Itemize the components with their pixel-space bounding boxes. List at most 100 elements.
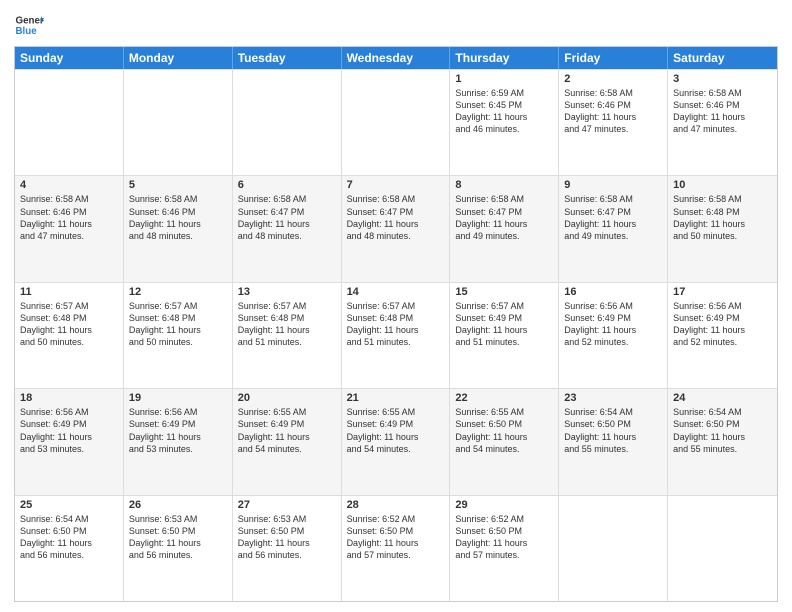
header-day-thursday: Thursday [450,47,559,69]
calendar-day-empty [559,496,668,601]
calendar-day-15: 15 Sunrise: 6:57 AM Sunset: 6:49 PM Dayli… [450,283,559,388]
logo-icon: General Blue [14,10,44,40]
day-number: 6 [238,179,336,191]
page: General Blue SundayMondayTuesdayWednesda… [0,0,792,612]
day-number: 20 [238,392,336,404]
header-day-monday: Monday [124,47,233,69]
day-number: 14 [347,286,445,298]
calendar-day-11: 11 Sunrise: 6:57 AM Sunset: 6:48 PM Dayli… [15,283,124,388]
calendar-week-2: 11 Sunrise: 6:57 AM Sunset: 6:48 PM Dayli… [15,282,777,388]
day-info: Sunrise: 6:58 AM Sunset: 6:47 PM Dayligh… [564,193,662,242]
day-number: 28 [347,499,445,511]
day-info: Sunrise: 6:58 AM Sunset: 6:47 PM Dayligh… [238,193,336,242]
day-number: 12 [129,286,227,298]
day-info: Sunrise: 6:54 AM Sunset: 6:50 PM Dayligh… [564,406,662,455]
day-number: 21 [347,392,445,404]
calendar-day-empty [342,70,451,175]
header: General Blue [14,10,778,40]
day-info: Sunrise: 6:57 AM Sunset: 6:49 PM Dayligh… [455,300,553,349]
calendar-day-empty [668,496,777,601]
day-info: Sunrise: 6:57 AM Sunset: 6:48 PM Dayligh… [20,300,118,349]
calendar-day-16: 16 Sunrise: 6:56 AM Sunset: 6:49 PM Dayli… [559,283,668,388]
calendar-body: 1Sunrise: 6:59 AM Sunset: 6:45 PM Daylig… [15,69,777,601]
day-number: 7 [347,179,445,191]
day-number: 9 [564,179,662,191]
header-day-saturday: Saturday [668,47,777,69]
calendar-day-3: 3Sunrise: 6:58 AM Sunset: 6:46 PM Daylig… [668,70,777,175]
calendar-day-empty [15,70,124,175]
calendar-day-22: 22Sunrise: 6:55 AM Sunset: 6:50 PM Dayli… [450,389,559,494]
calendar-day-2: 2Sunrise: 6:58 AM Sunset: 6:46 PM Daylig… [559,70,668,175]
calendar-day-19: 19 Sunrise: 6:56 AM Sunset: 6:49 PM Dayli… [124,389,233,494]
header-day-wednesday: Wednesday [342,47,451,69]
calendar-day-24: 24 Sunrise: 6:54 AM Sunset: 6:50 PM Dayli… [668,389,777,494]
svg-text:General: General [16,16,45,27]
header-day-sunday: Sunday [15,47,124,69]
calendar-day-28: 28 Sunrise: 6:52 AM Sunset: 6:50 PM Dayli… [342,496,451,601]
day-number: 27 [238,499,336,511]
calendar-day-8: 8 Sunrise: 6:58 AM Sunset: 6:47 PM Daylig… [450,176,559,281]
day-number: 15 [455,286,553,298]
svg-text:Blue: Blue [16,26,38,37]
calendar-day-23: 23 Sunrise: 6:54 AM Sunset: 6:50 PM Dayli… [559,389,668,494]
header-day-tuesday: Tuesday [233,47,342,69]
day-info: Sunrise: 6:57 AM Sunset: 6:48 PM Dayligh… [238,300,336,349]
day-info: Sunrise: 6:56 AM Sunset: 6:49 PM Dayligh… [673,300,772,349]
day-info: Sunrise: 6:57 AM Sunset: 6:48 PM Dayligh… [129,300,227,349]
logo: General Blue [14,10,44,40]
day-number: 26 [129,499,227,511]
day-info: Sunrise: 6:55 AM Sunset: 6:50 PM Dayligh… [455,406,553,455]
calendar-day-10: 10 Sunrise: 6:58 AM Sunset: 6:48 PM Dayli… [668,176,777,281]
calendar-day-17: 17 Sunrise: 6:56 AM Sunset: 6:49 PM Dayli… [668,283,777,388]
day-info: Sunrise: 6:58 AM Sunset: 6:47 PM Dayligh… [455,193,553,242]
calendar: SundayMondayTuesdayWednesdayThursdayFrid… [14,46,778,602]
calendar-day-20: 20 Sunrise: 6:55 AM Sunset: 6:49 PM Dayli… [233,389,342,494]
day-info: Sunrise: 6:59 AM Sunset: 6:45 PM Dayligh… [455,87,553,136]
day-number: 23 [564,392,662,404]
day-number: 16 [564,286,662,298]
day-number: 5 [129,179,227,191]
day-number: 13 [238,286,336,298]
day-info: Sunrise: 6:58 AM Sunset: 6:48 PM Dayligh… [673,193,772,242]
calendar-week-3: 18 Sunrise: 6:56 AM Sunset: 6:49 PM Dayli… [15,388,777,494]
day-info: Sunrise: 6:58 AM Sunset: 6:46 PM Dayligh… [673,87,772,136]
calendar-week-0: 1Sunrise: 6:59 AM Sunset: 6:45 PM Daylig… [15,69,777,175]
day-number: 29 [455,499,553,511]
day-number: 11 [20,286,118,298]
day-info: Sunrise: 6:55 AM Sunset: 6:49 PM Dayligh… [238,406,336,455]
day-number: 10 [673,179,772,191]
calendar-day-21: 21 Sunrise: 6:55 AM Sunset: 6:49 PM Dayli… [342,389,451,494]
day-info: Sunrise: 6:52 AM Sunset: 6:50 PM Dayligh… [347,513,445,562]
day-info: Sunrise: 6:53 AM Sunset: 6:50 PM Dayligh… [129,513,227,562]
day-info: Sunrise: 6:56 AM Sunset: 6:49 PM Dayligh… [564,300,662,349]
day-info: Sunrise: 6:58 AM Sunset: 6:46 PM Dayligh… [129,193,227,242]
day-info: Sunrise: 6:56 AM Sunset: 6:49 PM Dayligh… [129,406,227,455]
calendar-day-4: 4Sunrise: 6:58 AM Sunset: 6:46 PM Daylig… [15,176,124,281]
calendar-week-4: 25 Sunrise: 6:54 AM Sunset: 6:50 PM Dayli… [15,495,777,601]
day-info: Sunrise: 6:54 AM Sunset: 6:50 PM Dayligh… [20,513,118,562]
calendar-day-5: 5 Sunrise: 6:58 AM Sunset: 6:46 PM Daylig… [124,176,233,281]
day-number: 18 [20,392,118,404]
calendar-day-27: 27Sunrise: 6:53 AM Sunset: 6:50 PM Dayli… [233,496,342,601]
day-number: 24 [673,392,772,404]
day-info: Sunrise: 6:58 AM Sunset: 6:46 PM Dayligh… [564,87,662,136]
calendar-day-13: 13 Sunrise: 6:57 AM Sunset: 6:48 PM Dayli… [233,283,342,388]
day-info: Sunrise: 6:55 AM Sunset: 6:49 PM Dayligh… [347,406,445,455]
day-info: Sunrise: 6:58 AM Sunset: 6:47 PM Dayligh… [347,193,445,242]
calendar-day-25: 25 Sunrise: 6:54 AM Sunset: 6:50 PM Dayli… [15,496,124,601]
day-number: 4 [20,179,118,191]
calendar-day-12: 12 Sunrise: 6:57 AM Sunset: 6:48 PM Dayli… [124,283,233,388]
calendar-day-14: 14Sunrise: 6:57 AM Sunset: 6:48 PM Dayli… [342,283,451,388]
day-number: 8 [455,179,553,191]
calendar-header-row: SundayMondayTuesdayWednesdayThursdayFrid… [15,47,777,69]
day-info: Sunrise: 6:52 AM Sunset: 6:50 PM Dayligh… [455,513,553,562]
calendar-day-1: 1Sunrise: 6:59 AM Sunset: 6:45 PM Daylig… [450,70,559,175]
calendar-day-18: 18Sunrise: 6:56 AM Sunset: 6:49 PM Dayli… [15,389,124,494]
calendar-day-6: 6 Sunrise: 6:58 AM Sunset: 6:47 PM Daylig… [233,176,342,281]
day-number: 17 [673,286,772,298]
day-number: 25 [20,499,118,511]
day-number: 19 [129,392,227,404]
day-info: Sunrise: 6:54 AM Sunset: 6:50 PM Dayligh… [673,406,772,455]
calendar-day-26: 26 Sunrise: 6:53 AM Sunset: 6:50 PM Dayli… [124,496,233,601]
calendar-day-9: 9 Sunrise: 6:58 AM Sunset: 6:47 PM Daylig… [559,176,668,281]
